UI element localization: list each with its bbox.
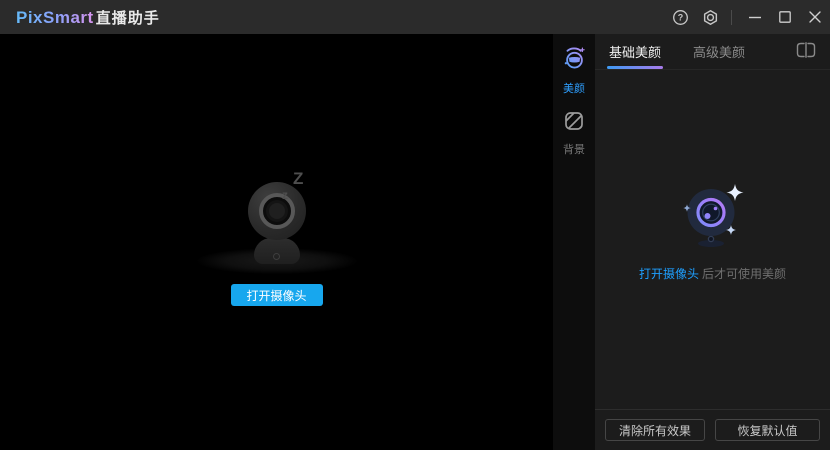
tab-advanced-beauty-label: 高级美颜 bbox=[693, 42, 745, 61]
background-icon bbox=[562, 109, 586, 138]
minimize-button[interactable] bbox=[740, 0, 770, 34]
split-compare-button[interactable] bbox=[794, 40, 818, 63]
titlebar: PixSmart 直播助手 ? bbox=[0, 0, 830, 34]
preview-stage: Z z 打开摄像头 bbox=[0, 34, 553, 450]
nav-item-background[interactable]: 背景 bbox=[553, 105, 595, 166]
brand-name: PixSmart bbox=[16, 8, 94, 28]
webcam-base-dot bbox=[273, 253, 280, 260]
restore-defaults-button[interactable]: 恢复默认值 bbox=[715, 419, 820, 441]
help-button[interactable]: ? bbox=[665, 0, 695, 34]
sleeping-webcam-illustration: Z z bbox=[197, 186, 357, 266]
webcam-lens-core bbox=[269, 203, 285, 219]
tab-advanced-beauty[interactable]: 高级美颜 bbox=[691, 34, 747, 69]
tab-basic-beauty-label: 基础美颜 bbox=[609, 42, 661, 61]
sleep-z-large: Z bbox=[293, 170, 303, 187]
webcam-base bbox=[254, 238, 300, 264]
placeholder-suffix: 后才可使用美颜 bbox=[702, 267, 786, 281]
gear-icon bbox=[702, 9, 719, 26]
panel-body: 打开摄像头后才可使用美颜 bbox=[595, 70, 830, 409]
content-area: Z z 打开摄像头 bbox=[0, 34, 830, 450]
open-camera-link[interactable]: 打开摄像头 bbox=[639, 267, 699, 281]
nav-label-beauty: 美颜 bbox=[563, 80, 585, 96]
webcam-sparkle-icon bbox=[677, 182, 749, 255]
app-logo: PixSmart 直播助手 bbox=[16, 7, 160, 28]
titlebar-divider bbox=[731, 10, 732, 25]
help-icon: ? bbox=[672, 9, 689, 26]
titlebar-actions: ? bbox=[665, 0, 830, 34]
close-button[interactable] bbox=[800, 0, 830, 34]
placeholder-text: 打开摄像头后才可使用美颜 bbox=[639, 265, 786, 282]
beauty-panel: 基础美颜 高级美颜 bbox=[595, 34, 830, 450]
svg-text:?: ? bbox=[677, 12, 682, 22]
panel-footer: 清除所有效果 恢复默认值 bbox=[595, 409, 830, 450]
open-camera-button[interactable]: 打开摄像头 bbox=[231, 284, 323, 306]
brand-suffix: 直播助手 bbox=[96, 7, 160, 28]
minimize-icon bbox=[748, 10, 762, 24]
nav-item-beauty[interactable]: 美颜 bbox=[553, 41, 595, 105]
sleep-z-small: z bbox=[282, 189, 288, 201]
webcam-sphere bbox=[248, 182, 306, 240]
app-window: PixSmart 直播助手 ? bbox=[0, 0, 830, 450]
feature-nav: 美颜 背景 bbox=[553, 34, 595, 450]
tab-basic-beauty[interactable]: 基础美颜 bbox=[607, 34, 663, 69]
split-compare-icon bbox=[796, 42, 816, 61]
camera-off-placeholder: 打开摄像头后才可使用美颜 bbox=[639, 182, 786, 282]
clear-effects-button[interactable]: 清除所有效果 bbox=[605, 419, 705, 441]
panel-tabbar: 基础美颜 高级美颜 bbox=[595, 34, 830, 70]
maximize-button[interactable] bbox=[770, 0, 800, 34]
nav-label-background: 背景 bbox=[563, 141, 585, 157]
beauty-face-icon bbox=[561, 45, 588, 77]
active-tab-underline bbox=[607, 66, 663, 69]
settings-button[interactable] bbox=[695, 0, 725, 34]
webcam-lens bbox=[259, 193, 295, 229]
close-icon bbox=[808, 10, 822, 24]
maximize-icon bbox=[778, 10, 792, 24]
